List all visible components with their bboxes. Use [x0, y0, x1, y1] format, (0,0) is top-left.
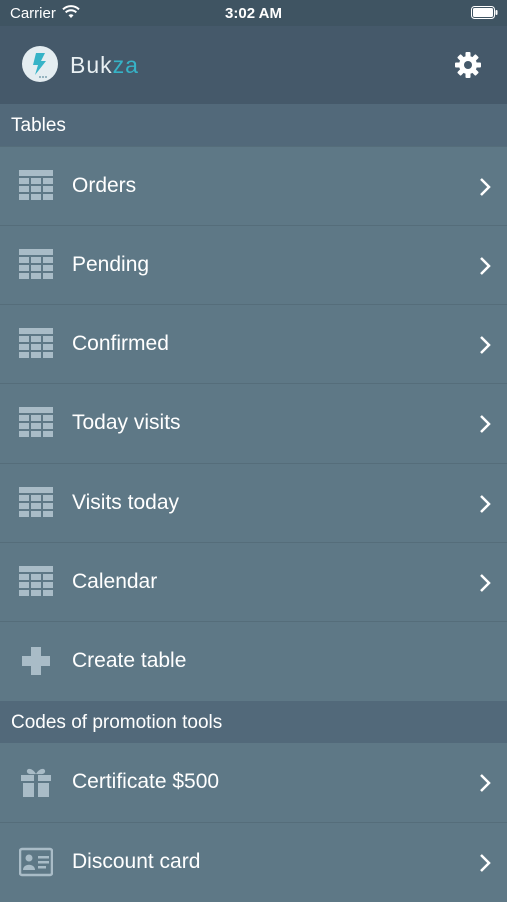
list-item-confirmed[interactable]: Confirmed [0, 304, 507, 384]
list-item-certificate[interactable]: Certificate $500 [0, 743, 507, 822]
chevron-right-icon [480, 178, 491, 196]
list-item-today-visits[interactable]: Today visits [0, 383, 507, 463]
app-header: Bukza [0, 26, 507, 104]
table-icon [19, 566, 53, 596]
id-card-icon [19, 847, 53, 877]
list-item-label: Create table [72, 649, 187, 672]
table-icon [19, 407, 53, 437]
chevron-right-icon [480, 257, 491, 275]
status-bar: Carrier 3:02 AM [0, 0, 507, 26]
list-item-visits-today[interactable]: Visits today [0, 463, 507, 543]
table-icon [19, 487, 53, 517]
gift-icon [21, 768, 51, 797]
app-title-accent: za [112, 52, 139, 78]
list-item-label: Visits today [72, 491, 179, 514]
list-item-label: Calendar [72, 570, 158, 593]
list-item-pending[interactable]: Pending [0, 225, 507, 305]
list-item-orders[interactable]: Orders [0, 146, 507, 226]
chevron-right-icon [480, 574, 491, 592]
chevron-right-icon [480, 774, 491, 792]
list-item-calendar[interactable]: Calendar [0, 542, 507, 622]
list-item-label: Confirmed [72, 332, 169, 355]
chevron-right-icon [480, 336, 491, 354]
table-icon [19, 328, 53, 358]
list-item-discount-card[interactable]: Discount card [0, 822, 507, 902]
clock-label: 3:02 AM [225, 5, 282, 22]
lightning-logo-icon [33, 53, 47, 78]
chevron-right-icon [480, 415, 491, 433]
section-header-promo: Codes of promotion tools [0, 701, 507, 743]
settings-gear-icon[interactable] [453, 50, 483, 80]
app-title-main: Buk [70, 52, 113, 78]
chevron-right-icon [480, 495, 491, 513]
section-title-promo: Codes of promotion tools [11, 712, 223, 733]
section-title-tables: Tables [11, 115, 66, 136]
list-item-label: Today visits [72, 411, 181, 434]
list-item-label: Orders [72, 174, 137, 197]
list-item-label: Pending [72, 253, 150, 276]
plus-icon [22, 647, 50, 675]
table-icon [19, 170, 53, 200]
list-item-label: Certificate $500 [72, 770, 220, 793]
list-item-label: Discount card [72, 850, 201, 873]
list-item-create-table[interactable]: Create table [0, 621, 507, 701]
app-logo [22, 46, 58, 82]
app-title: Bukza [70, 52, 139, 79]
chevron-right-icon [480, 854, 491, 872]
table-icon [19, 249, 53, 279]
battery-icon [471, 6, 498, 19]
section-header-tables: Tables [0, 104, 507, 146]
